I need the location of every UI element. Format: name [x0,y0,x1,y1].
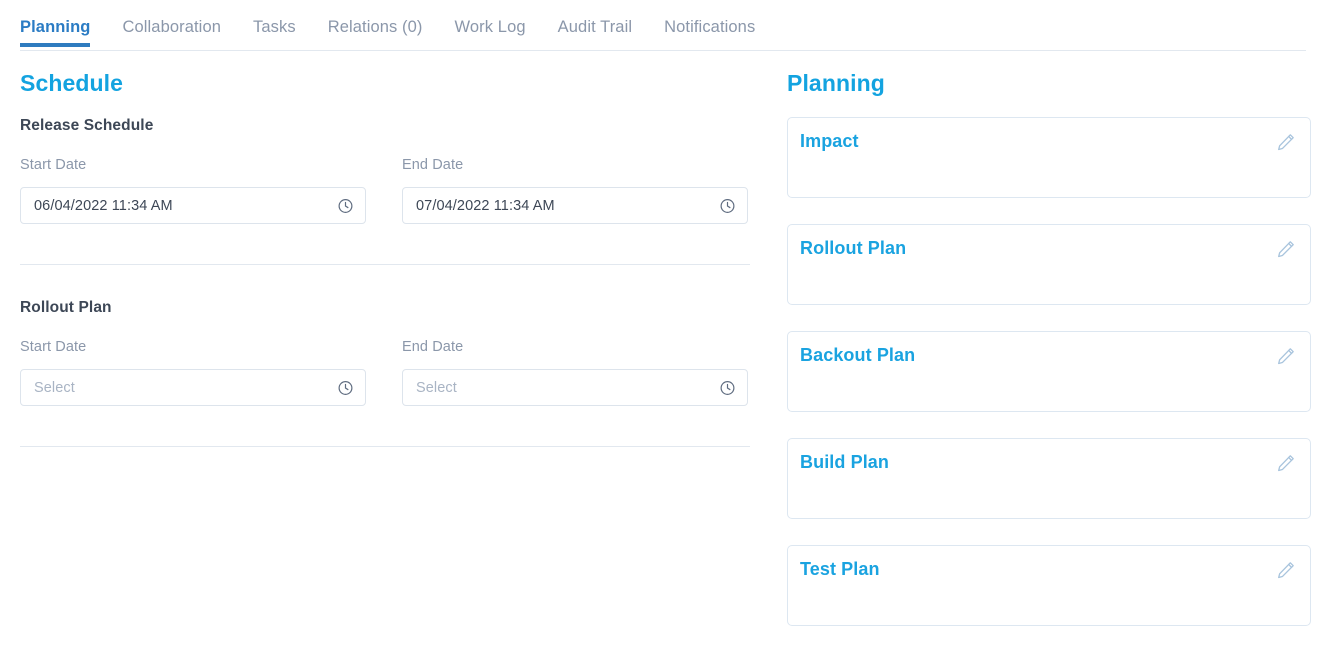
tab-label: Tasks [253,18,296,36]
tab-label: Relations (0) [328,18,423,36]
schedule-panel: Schedule Release Schedule Start Date 06/… [0,58,780,447]
page-content: Schedule Release Schedule Start Date 06/… [0,58,1320,626]
clock-icon[interactable] [719,197,736,214]
planning-card-build-plan[interactable]: Build Plan [787,438,1311,519]
release-schedule-fields: Start Date 06/04/2022 11:34 AM End Date … [20,157,780,224]
card-title: Backout Plan [800,345,915,366]
rollout-start-date-input[interactable]: Select [20,369,366,406]
tab-relations[interactable]: Relations (0) [328,0,423,51]
rollout-end-date-input[interactable]: Select [402,369,748,406]
tab-audit-trail[interactable]: Audit Trail [558,0,632,51]
tab-collaboration[interactable]: Collaboration [122,0,221,51]
tab-planning[interactable]: Planning [20,0,90,51]
planning-card-backout-plan[interactable]: Backout Plan [787,331,1311,412]
rollout-plan-title: Rollout Plan [20,299,780,317]
rollout-start-date-value: Select [21,380,75,396]
tab-work-log[interactable]: Work Log [455,0,526,51]
tab-notifications[interactable]: Notifications [664,0,755,51]
release-start-date-input[interactable]: 06/04/2022 11:34 AM [20,187,366,224]
release-end-date-label: End Date [402,157,748,173]
release-end-date-input[interactable]: 07/04/2022 11:34 AM [402,187,748,224]
rollout-end-date-label: End Date [402,339,748,355]
release-start-date-field: Start Date 06/04/2022 11:34 AM [20,157,366,224]
tab-label: Audit Trail [558,18,632,36]
clock-icon[interactable] [719,379,736,396]
pencil-icon[interactable] [1275,239,1296,260]
planning-card-rollout-plan[interactable]: Rollout Plan [787,224,1311,305]
planning-card-test-plan[interactable]: Test Plan [787,545,1311,626]
planning-section-title: Planning [787,70,1311,97]
rollout-end-date-field: End Date Select [402,339,748,406]
rollout-plan-fields: Start Date Select End Date Select [20,339,780,406]
planning-card-impact[interactable]: Impact [787,117,1311,198]
tab-label: Collaboration [122,18,221,36]
pencil-icon[interactable] [1275,346,1296,367]
release-schedule-group: Release Schedule Start Date 06/04/2022 1… [20,117,780,224]
tab-label: Work Log [455,18,526,36]
tab-bar: Planning Collaboration Tasks Relations (… [0,0,1320,58]
card-title: Rollout Plan [800,238,906,259]
section-divider-bottom [20,446,750,447]
clock-icon[interactable] [337,379,354,396]
release-schedule-title: Release Schedule [20,117,780,135]
release-end-date-value: 07/04/2022 11:34 AM [403,198,555,214]
rollout-end-date-value: Select [403,380,457,396]
release-start-date-value: 06/04/2022 11:34 AM [21,198,173,214]
tab-label: Notifications [664,18,755,36]
release-start-date-label: Start Date [20,157,366,173]
tab-tasks[interactable]: Tasks [253,0,296,51]
card-title: Test Plan [800,559,880,580]
clock-icon[interactable] [337,197,354,214]
pencil-icon[interactable] [1275,132,1296,153]
section-divider [20,264,750,265]
planning-panel: Planning Impact Rollout Plan Backout Pla… [780,58,1320,626]
tab-label: Planning [20,18,90,36]
rollout-start-date-field: Start Date Select [20,339,366,406]
schedule-section-title: Schedule [20,70,780,97]
pencil-icon[interactable] [1275,453,1296,474]
card-title: Build Plan [800,452,889,473]
card-title: Impact [800,131,859,152]
rollout-plan-group: Rollout Plan Start Date Select End Date [20,299,780,406]
pencil-icon[interactable] [1275,560,1296,581]
release-end-date-field: End Date 07/04/2022 11:34 AM [402,157,748,224]
rollout-start-date-label: Start Date [20,339,366,355]
